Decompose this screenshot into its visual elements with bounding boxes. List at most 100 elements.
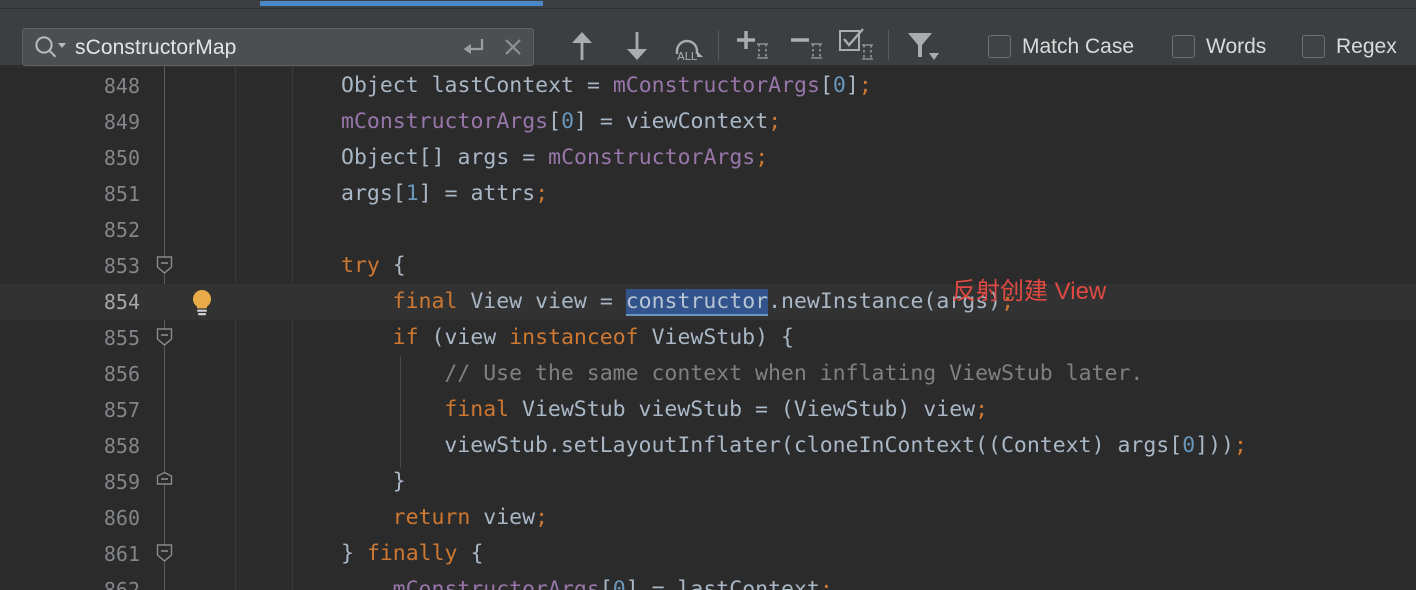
fold-collapse-icon[interactable] bbox=[155, 328, 174, 348]
intention-bulb-icon[interactable] bbox=[190, 289, 214, 316]
code-token: ; bbox=[975, 397, 989, 422]
code-line-row[interactable]: 851 args[1] = attrs; bbox=[0, 176, 1416, 212]
code-token: attrs bbox=[470, 181, 536, 206]
toolbar-separator-2 bbox=[888, 30, 889, 60]
search-icon[interactable] bbox=[33, 35, 69, 59]
code-token: finally bbox=[366, 541, 471, 566]
code-token: try bbox=[341, 253, 393, 278]
code-line-text[interactable]: if (view instanceof ViewStub) { bbox=[393, 320, 794, 356]
code-token: ] bbox=[625, 577, 652, 590]
line-number: 851 bbox=[103, 182, 140, 206]
search-field[interactable]: sConstructorMap bbox=[22, 28, 534, 66]
find-next-button[interactable] bbox=[617, 26, 657, 66]
code-line-text[interactable]: Object[] args = mConstructorArgs; bbox=[341, 140, 768, 176]
find-previous-button[interactable] bbox=[562, 26, 602, 66]
code-line-text[interactable]: viewStub.setLayoutInflater(cloneInContex… bbox=[444, 428, 1247, 464]
code-token: = bbox=[599, 289, 626, 314]
editor-tab-strip bbox=[0, 0, 1416, 9]
code-token: ] bbox=[418, 181, 445, 206]
line-number: 858 bbox=[103, 434, 140, 458]
fold-collapse-icon[interactable] bbox=[155, 256, 174, 276]
return-arrow-icon[interactable] bbox=[453, 29, 493, 65]
code-line-row[interactable]: 855 if (view instanceof ViewStub) { bbox=[0, 320, 1416, 356]
code-token: viewContext bbox=[625, 109, 769, 134]
code-token: 0 bbox=[561, 109, 575, 134]
code-line-text[interactable]: } bbox=[393, 464, 406, 500]
code-token: } bbox=[392, 469, 406, 494]
code-line-row[interactable]: 852 bbox=[0, 212, 1416, 248]
regex-label: Regex bbox=[1336, 34, 1397, 58]
code-token: mConstructorArgs bbox=[392, 577, 600, 590]
red-annotation: 反射创建 View bbox=[952, 278, 1107, 305]
line-number: 854 bbox=[103, 290, 140, 314]
code-line-text[interactable]: Object lastContext = mConstructorArgs[0]… bbox=[341, 68, 872, 104]
code-line-text[interactable]: final ViewStub viewStub = (ViewStub) vie… bbox=[444, 392, 988, 428]
code-editor[interactable]: 848 Object lastContext = mConstructorArgs… bbox=[0, 66, 1416, 590]
code-token: 1 bbox=[405, 181, 419, 206]
close-icon[interactable] bbox=[493, 29, 533, 65]
code-line-text[interactable]: mConstructorArgs[0] = viewContext; bbox=[341, 104, 781, 140]
line-number: 852 bbox=[103, 218, 140, 242]
code-line-row[interactable]: 848 Object lastContext = mConstructorArgs… bbox=[0, 68, 1416, 104]
line-number: 855 bbox=[103, 326, 140, 350]
fold-collapse-icon[interactable] bbox=[155, 544, 174, 564]
search-input[interactable]: sConstructorMap bbox=[69, 37, 453, 58]
select-all-button[interactable] bbox=[837, 26, 877, 66]
code-token: (view bbox=[431, 325, 510, 350]
filter-button[interactable] bbox=[904, 26, 944, 66]
code-token: = bbox=[599, 109, 626, 134]
code-token: if bbox=[392, 325, 432, 350]
code-token: lastContext bbox=[677, 577, 820, 590]
active-tab-indicator bbox=[260, 1, 543, 6]
regex-checkbox[interactable]: Regex bbox=[1302, 31, 1397, 61]
code-line-text[interactable]: } finally { bbox=[341, 536, 483, 572]
code-token: = bbox=[444, 181, 471, 206]
find-toolbar: sConstructorMap ALL Match Case Words Reg… bbox=[0, 9, 1416, 66]
code-line-row[interactable]: 857 final ViewStub viewStub = (ViewStub) … bbox=[0, 392, 1416, 428]
code-token: = bbox=[522, 145, 549, 170]
words-checkbox[interactable]: Words bbox=[1172, 31, 1266, 61]
code-line-row[interactable]: 850 Object[] args = mConstructorArgs; bbox=[0, 140, 1416, 176]
code-line-text[interactable]: try { bbox=[341, 248, 406, 284]
indent-guide bbox=[400, 356, 401, 468]
fold-end-marker-icon[interactable] bbox=[155, 471, 174, 492]
editor-top-divider bbox=[0, 66, 1416, 67]
code-token: args bbox=[341, 181, 393, 206]
code-line-text[interactable]: // Use the same context when inflating V… bbox=[444, 356, 1143, 392]
code-token: View bbox=[470, 289, 536, 314]
match-case-checkbox[interactable]: Match Case bbox=[988, 31, 1134, 61]
code-line-row[interactable]: 862 mConstructorArgs[0] = lastContext; bbox=[0, 572, 1416, 590]
code-line-text[interactable]: mConstructorArgs[0] = lastContext; bbox=[393, 572, 833, 590]
line-number: 861 bbox=[103, 542, 140, 566]
code-token: = bbox=[586, 73, 613, 98]
code-line-row[interactable]: 853 try { bbox=[0, 248, 1416, 284]
regex-checkbox-box[interactable] bbox=[1302, 34, 1325, 58]
code-line-row[interactable]: 849 mConstructorArgs[0] = viewContext; bbox=[0, 104, 1416, 140]
code-token: viewStub bbox=[638, 397, 756, 422]
line-number: 850 bbox=[103, 146, 140, 170]
code-line-text[interactable]: args[1] = attrs; bbox=[341, 176, 548, 212]
code-line-row[interactable]: 860 return view; bbox=[0, 500, 1416, 536]
code-line-text[interactable]: final View view = constructor.newInstanc… bbox=[393, 284, 1014, 320]
code-line-row[interactable]: 858 viewStub.setLayoutInflater(cloneInCon… bbox=[0, 428, 1416, 464]
code-token: mConstructorArgs bbox=[612, 73, 820, 98]
code-token: ; bbox=[858, 73, 872, 98]
code-line-row[interactable]: 859} bbox=[0, 464, 1416, 500]
code-token: 0 bbox=[832, 73, 846, 98]
ide-window: sConstructorMap ALL Match Case Words Reg… bbox=[0, 0, 1416, 590]
match-case-checkbox-box[interactable] bbox=[988, 34, 1011, 58]
code-token: ; bbox=[535, 181, 549, 206]
code-line-row[interactable]: 856 // Use the same context when inflatin… bbox=[0, 356, 1416, 392]
code-token: ViewStub bbox=[522, 397, 639, 422]
line-number: 853 bbox=[103, 254, 140, 278]
code-token: ViewStub) { bbox=[651, 325, 794, 350]
add-selection-button[interactable] bbox=[733, 26, 773, 66]
code-line-row[interactable]: 861 } finally { bbox=[0, 536, 1416, 572]
code-token: viewStub.setLayoutInflater(cloneInContex… bbox=[444, 433, 1170, 458]
code-token: [ bbox=[819, 73, 833, 98]
select-all-occurrences-button[interactable]: ALL bbox=[668, 26, 708, 66]
code-line-text[interactable]: return view; bbox=[393, 500, 548, 536]
remove-selection-button[interactable] bbox=[787, 26, 827, 66]
words-checkbox-box[interactable] bbox=[1172, 34, 1195, 58]
code-token: final bbox=[392, 289, 471, 314]
